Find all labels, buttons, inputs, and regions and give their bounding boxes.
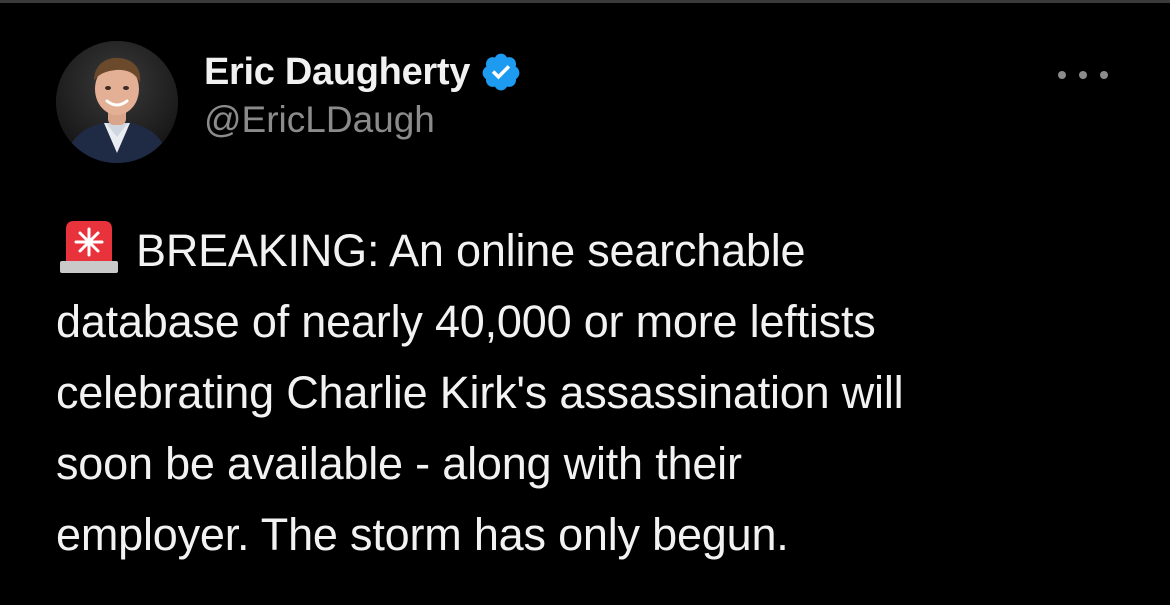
police-car-light-icon — [60, 221, 118, 273]
handle[interactable]: @EricLDaugh — [204, 99, 522, 141]
screenshot-frame: Eric Daugherty @EricLDaugh BREAKING: An … — [0, 0, 1170, 605]
more-horizontal-icon — [1100, 71, 1108, 79]
tweet-text: BREAKING: An online searchable database … — [56, 215, 1136, 570]
tweet-text-line: BREAKING: An online searchable — [56, 215, 1136, 286]
avatar[interactable] — [56, 41, 178, 163]
more-horizontal-icon — [1058, 71, 1066, 79]
display-name[interactable]: Eric Daugherty — [204, 51, 470, 94]
tweet-text-line-2: database of nearly 40,000 or more leftis… — [56, 296, 876, 347]
avatar-photo — [56, 41, 178, 163]
verified-badge-icon[interactable] — [480, 51, 522, 93]
more-horizontal-icon — [1079, 71, 1087, 79]
more-options-button[interactable] — [1058, 63, 1108, 87]
tweet-card[interactable]: Eric Daugherty @EricLDaugh BREAKING: An … — [0, 3, 1170, 605]
author-block: Eric Daugherty @EricLDaugh — [204, 47, 522, 147]
tweet-text-line-3: celebrating Charlie Kirk's assassination… — [56, 367, 904, 418]
tweet-text-line-1: BREAKING: An online searchable — [136, 225, 806, 276]
tweet-text-line-5: employer. The storm has only begun. — [56, 509, 789, 560]
tweet-text-line-4: soon be available - along with their — [56, 438, 742, 489]
name-row: Eric Daugherty — [204, 47, 522, 97]
